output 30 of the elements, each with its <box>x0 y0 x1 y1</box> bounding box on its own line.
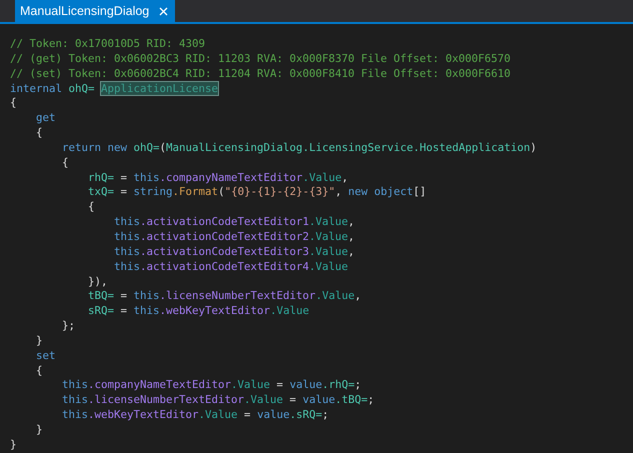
code-line: tBQ= = this.licenseNumberTextEditor.Value, <box>87 289 362 304</box>
code-line: this.activationCodeTextEditor1.Value, <box>113 215 355 230</box>
code-line: set <box>35 348 56 364</box>
code-line: sRQ= = this.webKeyTextEditor.Value <box>87 304 310 320</box>
close-icon[interactable] <box>159 6 168 16</box>
code-line: // Token: 0x170010D5 RID: 4309 <box>10 37 206 52</box>
code-line: this.activationCodeTextEditor3.Value, <box>113 244 355 260</box>
code-line: }), <box>87 274 108 290</box>
editor-tab[interactable]: ManualLicensingDialog <box>15 0 176 22</box>
code-line: { <box>10 96 17 112</box>
code-line: this.companyNameTextEditor.Value = value.rhQ=; <box>61 378 362 394</box>
code-line: this.activationCodeTextEditor4.Value <box>113 260 348 274</box>
code-line: internal ohQ= ApplicationLicense <box>10 82 218 96</box>
code-line: { <box>61 156 69 171</box>
code-line: // (set) Token: 0x06002BC4 RID: 11204 RVA: 0x000F8410 File Offset: 0x000F6610 <box>10 66 511 82</box>
code-line: this.licenseNumberTextEditor.Value = value.tBQ=; <box>61 393 374 408</box>
code-line: // (get) Token: 0x06002BC3 RID: 11203 RVA: 0x000F8370 File Offset: 0x000F6570 <box>10 52 511 67</box>
code-line: return new ohQ=(ManualLicensingDialog.LicensingService.HostedApplication) <box>61 140 537 156</box>
code-line: } <box>35 422 43 438</box>
code-line: txQ= = string.Format("{0}-{1}-{2}-{3}", new object[] <box>87 185 426 200</box>
code-line: { <box>87 200 95 216</box>
code-line: } <box>10 438 17 453</box>
code-line: this.webKeyTextEditor.Value = value.sRQ=; <box>61 408 329 423</box>
code-line: { <box>35 126 43 141</box>
code-line: get <box>35 111 56 126</box>
code-line: } <box>35 334 43 349</box>
code-line: this.activationCodeTextEditor2.Value, <box>113 230 355 245</box>
code-line: { <box>35 364 43 378</box>
code-line: rhQ= = this.companyNameTextEditor.Value, <box>87 170 348 186</box>
code-line: }; <box>61 319 76 334</box>
